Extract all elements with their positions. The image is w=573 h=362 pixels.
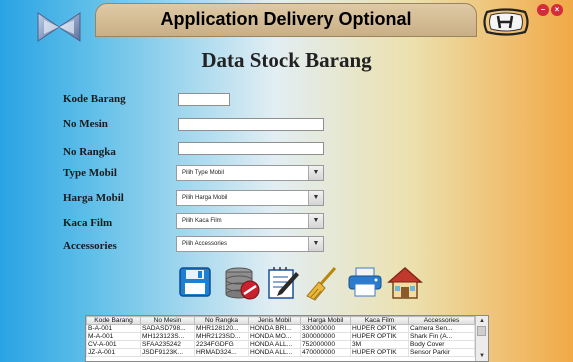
table-cell: JZ-A-001 <box>86 348 141 357</box>
table-cell: Sensor Parkir <box>408 348 475 357</box>
table-cell: B-A-001 <box>86 324 141 333</box>
edit-icon[interactable] <box>266 266 300 305</box>
table-cell: HONDA ALL... <box>248 348 301 357</box>
window-controls: – × <box>537 4 563 16</box>
table-row[interactable]: JZ-A-001 JSDF9123K... HRMAD324... HONDA … <box>86 348 475 357</box>
table-cell: Body Cover <box>408 340 475 349</box>
harga-mobil-selected: Pilih Harga Mobil <box>182 195 228 201</box>
no-rangka-field[interactable] <box>178 142 324 155</box>
table-cell: HUPER OPTIK <box>350 324 409 333</box>
window-title: Application Delivery Optional <box>160 9 412 29</box>
table-cell: 300000000 <box>300 332 351 341</box>
table-cell: Camera Sen... <box>408 324 475 333</box>
table-cell: HRMAD324... <box>194 348 249 357</box>
accessories-selected: Pilih Accessories <box>182 241 228 247</box>
column-header[interactable]: Kaca Film <box>350 316 409 325</box>
honda-logo-icon <box>482 8 530 41</box>
table-cell: HONDA ALL... <box>248 340 301 349</box>
type-mobil-label: Type Mobil <box>63 167 117 179</box>
kaca-film-selected: Pilih Kaca Film <box>182 218 222 224</box>
harga-mobil-select[interactable]: Pilih Harga Mobil ▼ <box>176 190 324 206</box>
table-cell: SADASD798... <box>140 324 195 333</box>
table-cell: 2234FGDFG <box>194 340 249 349</box>
kode-barang-label: Kode Barang <box>63 93 126 105</box>
table-cell: HUPER OPTIK <box>350 348 409 357</box>
table-cell: 470000000 <box>300 348 351 357</box>
accessories-label: Accessories <box>63 240 117 252</box>
table-header-row: Kode Barang No Mesin No Rangka Jenis Mob… <box>86 316 475 325</box>
table-cell: SFAA235242 <box>140 340 195 349</box>
table-cell: CV-A-001 <box>86 340 141 349</box>
title-bar: Application Delivery Optional <box>95 3 477 37</box>
table-cell: MHR128120... <box>194 324 249 333</box>
type-mobil-select[interactable]: Pilih Type Mobil ▼ <box>176 165 324 181</box>
harga-mobil-label: Harga Mobil <box>63 192 124 204</box>
scroll-thumb[interactable] <box>477 326 486 336</box>
table-cell: HONDA MO... <box>248 332 301 341</box>
chevron-down-icon[interactable]: ▼ <box>308 166 323 180</box>
close-icon[interactable]: × <box>551 4 563 16</box>
kaca-film-label: Kaca Film <box>63 217 113 229</box>
clear-broom-icon[interactable] <box>305 266 339 307</box>
home-icon[interactable] <box>387 266 423 305</box>
column-header[interactable]: No Mesin <box>140 316 195 325</box>
chevron-down-icon[interactable]: ▼ <box>308 214 323 228</box>
table-cell: 330000000 <box>300 324 351 333</box>
table-cell: HUPER OPTIK <box>350 332 409 341</box>
table-cell: M-A-001 <box>86 332 141 341</box>
table-row[interactable]: B-A-001 SADASD798... MHR128120... HONDA … <box>86 324 475 333</box>
table-scrollbar[interactable]: ▲ ▼ <box>475 316 488 361</box>
chevron-down-icon[interactable]: ▼ <box>308 191 323 205</box>
column-header[interactable]: Kode Barang <box>86 316 141 325</box>
app-logo-icon <box>36 10 82 49</box>
kaca-film-select[interactable]: Pilih Kaca Film ▼ <box>176 213 324 229</box>
kode-barang-field[interactable] <box>178 93 230 106</box>
delete-database-icon[interactable] <box>223 266 261 305</box>
no-mesin-label: No Mesin <box>63 118 108 130</box>
column-header[interactable]: Accessories <box>408 316 475 325</box>
scroll-up-icon[interactable]: ▲ <box>476 316 488 326</box>
save-icon[interactable] <box>178 266 212 303</box>
no-rangka-label: No Rangka <box>63 146 116 158</box>
print-icon[interactable] <box>346 266 384 303</box>
table-cell: 752000000 <box>300 340 351 349</box>
table-cell: 3M <box>350 340 409 349</box>
table-cell: JSDF9123K... <box>140 348 195 357</box>
table-cell: HONDA BRI... <box>248 324 301 333</box>
accessories-select[interactable]: Pilih Accessories ▼ <box>176 236 324 252</box>
table-cell: MHR2123SD... <box>194 332 249 341</box>
table-cell: MH123123S... <box>140 332 195 341</box>
scroll-down-icon[interactable]: ▼ <box>476 351 488 361</box>
column-header[interactable]: Jenis Mobil <box>248 316 301 325</box>
table-cell: Shark Fin (A... <box>408 332 475 341</box>
table-row[interactable]: M-A-001 MH123123S... MHR2123SD... HONDA … <box>86 332 475 341</box>
column-header[interactable]: Harga Mobil <box>300 316 351 325</box>
no-mesin-field[interactable] <box>178 118 324 131</box>
minimize-icon[interactable]: – <box>537 4 549 16</box>
chevron-down-icon[interactable]: ▼ <box>308 237 323 251</box>
type-mobil-selected: Pilih Type Mobil <box>182 170 224 176</box>
table-row[interactable]: CV-A-001 SFAA235242 2234FGDFG HONDA ALL.… <box>86 340 475 349</box>
stock-table[interactable]: Kode Barang No Mesin No Rangka Jenis Mob… <box>85 315 489 362</box>
page-title: Data Stock Barang <box>201 48 372 72</box>
column-header[interactable]: No Rangka <box>194 316 249 325</box>
